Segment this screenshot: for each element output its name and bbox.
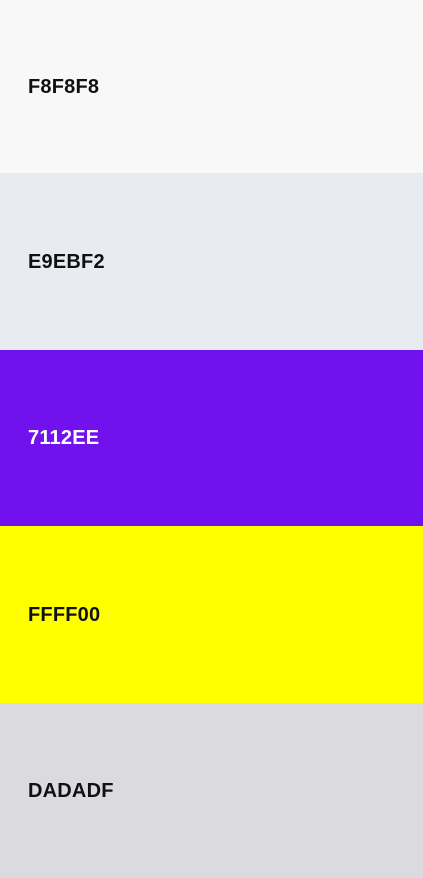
swatch-hex-label: FFFF00: [28, 603, 101, 626]
swatch-hex-label: F8F8F8: [28, 75, 100, 98]
color-swatch[interactable]: DADADF: [0, 703, 423, 878]
color-swatch[interactable]: FFFF00: [0, 526, 423, 703]
color-swatch[interactable]: 7112EE: [0, 350, 423, 526]
swatch-hex-label: DADADF: [28, 779, 114, 802]
swatch-hex-label: 7112EE: [28, 427, 100, 449]
color-swatch[interactable]: E9EBF2: [0, 173, 423, 350]
color-palette: F8F8F8 E9EBF2 7112EE FFFF00 DADADF: [0, 0, 423, 878]
color-swatch[interactable]: F8F8F8: [0, 0, 423, 173]
swatch-hex-label: E9EBF2: [28, 250, 105, 273]
